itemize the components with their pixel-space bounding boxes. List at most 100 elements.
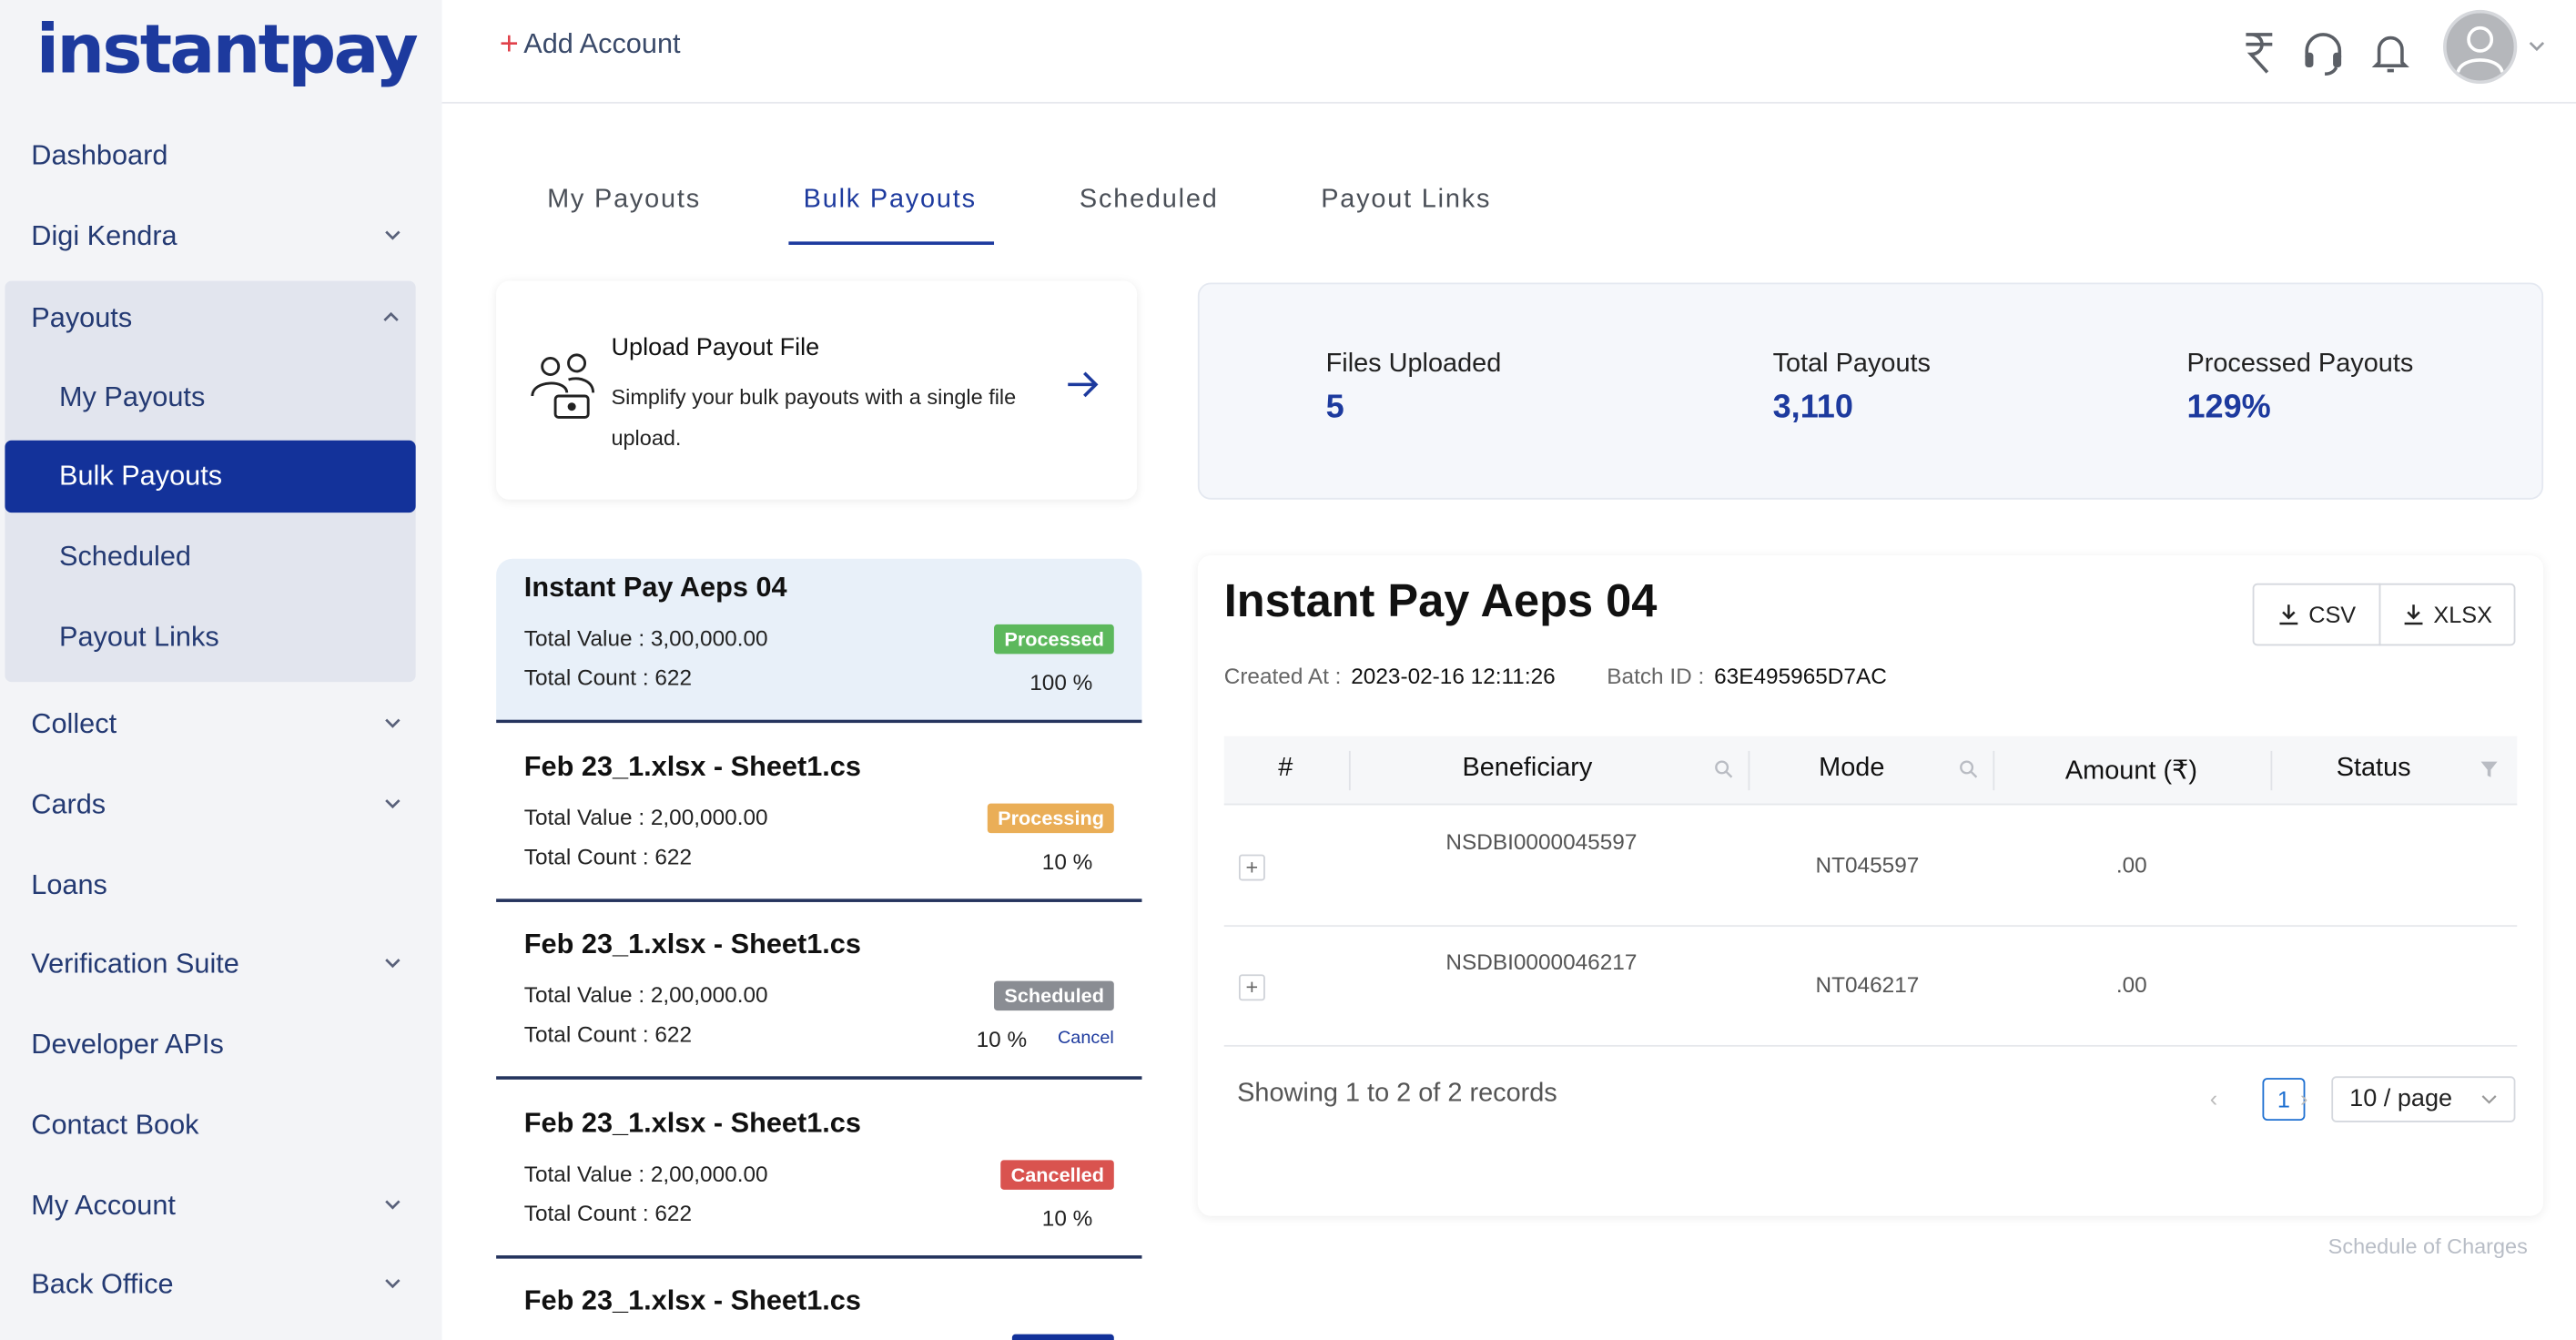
batch-name: Feb 23_1.xlsx - Sheet1.cs xyxy=(523,1107,861,1139)
sidebar-item-loans[interactable]: Loans xyxy=(0,848,442,923)
tab-bulk-payouts[interactable]: Bulk Payouts xyxy=(804,186,977,215)
batch-percent: 10 % xyxy=(1041,1205,1093,1231)
cancel-link[interactable]: Cancel xyxy=(1058,1029,1114,1049)
column-header-amount: Amount (₹) xyxy=(2064,757,2198,786)
sidebar-item-label: Back Office xyxy=(31,1268,174,1300)
prev-page-icon[interactable]: ‹ xyxy=(2210,1084,2217,1111)
cell-mode: NT046217 xyxy=(1815,972,1920,998)
payout-stats-panel: Files Uploaded 5 Total Payouts 3,110 Pro… xyxy=(1197,282,2544,500)
chevron-down-icon xyxy=(385,1200,401,1210)
sidebar-subitem-bulk-payouts[interactable]: Bulk Payouts xyxy=(5,440,416,513)
avatar[interactable] xyxy=(2443,9,2518,85)
sidebar-item-digi-kendra[interactable]: Digi Kendra xyxy=(0,198,442,274)
stat-files-uploaded: Files Uploaded 5 xyxy=(1326,350,1502,427)
bell-icon[interactable] xyxy=(2371,28,2410,77)
status-badge: Processing xyxy=(988,803,1114,834)
search-icon[interactable] xyxy=(1714,759,1734,779)
download-icon xyxy=(2404,604,2423,625)
batch-name: Instant Pay Aeps 04 xyxy=(523,572,787,604)
sidebar-item-contact-book[interactable]: Contact Book xyxy=(0,1088,442,1163)
user-icon xyxy=(2456,25,2504,74)
stat-label: Total Payouts xyxy=(1772,350,1931,379)
sidebar-subitem-payout-links[interactable]: Payout Links xyxy=(5,602,415,674)
page-number-button[interactable]: 1 xyxy=(2262,1078,2306,1122)
expand-row-icon[interactable]: + xyxy=(1238,854,1265,881)
upload-payout-file-card[interactable]: Upload Payout File Simplify your bulk pa… xyxy=(496,280,1138,500)
stat-label: Processed Payouts xyxy=(2186,350,2414,379)
batch-list-item[interactable]: Feb 23_1.xlsx - Sheet1.cs xyxy=(496,1272,1142,1340)
sidebar-item-label: Loans xyxy=(31,868,107,901)
plus-icon: + xyxy=(499,25,519,62)
csv-label: CSV xyxy=(2308,601,2357,628)
stat-label: Files Uploaded xyxy=(1325,350,1502,379)
status-badge: Scheduled xyxy=(994,980,1114,1011)
batch-detail-card: Instant Pay Aeps 04 Created At : 2023-02-… xyxy=(1197,555,2544,1216)
batch-name: Feb 23_1.xlsx - Sheet1.cs xyxy=(523,750,861,783)
next-page-icon[interactable]: › xyxy=(2300,1084,2307,1111)
stat-value: 129% xyxy=(2186,389,2271,426)
batch-name: Feb 23_1.xlsx - Sheet1.cs xyxy=(523,1284,861,1316)
upload-users-icon xyxy=(531,353,595,419)
batch-list-item[interactable]: Instant Pay Aeps 04 Total Value : 3,00,0… xyxy=(496,558,1142,724)
cell-beneficiary: NSDBI0000046217 xyxy=(1445,949,1638,975)
batch-percent: 10 % xyxy=(976,1027,1028,1052)
batch-list-item[interactable]: Feb 23_1.xlsx - Sheet1.cs Total Value : … xyxy=(496,1094,1142,1259)
schedule-of-charges-link[interactable]: Schedule of Charges xyxy=(2328,1234,2528,1259)
expand-row-icon[interactable]: + xyxy=(1238,974,1265,1001)
sidebar-subitem-label: My Payouts xyxy=(58,381,206,413)
instantpay-logo[interactable]: instantpay xyxy=(36,10,419,89)
headset-icon[interactable] xyxy=(2300,28,2347,77)
sidebar-item-dashboard[interactable]: Dashboard xyxy=(0,118,442,194)
sidebar-item-cards[interactable]: Cards xyxy=(0,767,442,843)
batch-percent: 10 % xyxy=(1041,849,1093,875)
status-badge xyxy=(1011,1334,1114,1340)
cell-mode: NT045597 xyxy=(1815,852,1920,878)
batch-id-label: Batch ID : xyxy=(1607,664,1705,689)
add-account-label: Add Account xyxy=(523,27,681,59)
sidebar-item-verification-suite[interactable]: Verification Suite xyxy=(0,927,442,1002)
sidebar-item-my-account[interactable]: My Account xyxy=(0,1168,442,1244)
search-icon[interactable] xyxy=(1959,759,1979,779)
batch-detail-title: Instant Pay Aeps 04 xyxy=(1223,574,1658,626)
sidebar-item-developer-apis[interactable]: Developer APIs xyxy=(0,1007,442,1082)
column-header-mode: Mode xyxy=(1819,754,1885,783)
batch-total-count: Total Count : 622 xyxy=(523,844,693,869)
batch-total-value: Total Value : 2,00,000.00 xyxy=(523,1162,768,1187)
chevron-down-icon[interactable] xyxy=(2527,38,2547,55)
status-badge: Processed xyxy=(994,624,1114,655)
batch-list-item[interactable]: Feb 23_1.xlsx - Sheet1.cs Total Value : … xyxy=(496,737,1142,902)
batch-percent: 100 % xyxy=(1029,670,1093,695)
sidebar-item-collect[interactable]: Collect xyxy=(0,686,442,762)
column-divider xyxy=(1993,750,1995,791)
batch-list-item[interactable]: Feb 23_1.xlsx - Sheet1.cs Total Value : … xyxy=(496,915,1142,1080)
tab-payout-links[interactable]: Payout Links xyxy=(1321,186,1491,215)
sidebar-subitem-label: Payout Links xyxy=(58,621,219,653)
sidebar-subitem-my-payouts[interactable]: My Payouts xyxy=(5,361,415,433)
page-size-select[interactable]: 10 / page xyxy=(2331,1076,2516,1122)
add-account-button[interactable]: + Add Account xyxy=(499,25,681,62)
tab-my-payouts[interactable]: My Payouts xyxy=(547,186,701,215)
column-divider xyxy=(1348,750,1351,791)
created-at-label: Created At : xyxy=(1223,664,1342,689)
batch-total-value: Total Value : 2,00,000.00 xyxy=(523,982,768,1008)
sidebar-subitem-scheduled[interactable]: Scheduled xyxy=(5,521,415,593)
sidebar-item-payouts[interactable]: Payouts xyxy=(0,281,411,357)
cell-amount: .00 xyxy=(2115,972,2147,998)
chevron-down-icon xyxy=(385,718,401,728)
sidebar-item-back-office[interactable]: Back Office xyxy=(0,1247,442,1323)
tab-scheduled[interactable]: Scheduled xyxy=(1080,186,1219,215)
filter-icon[interactable] xyxy=(2480,759,2500,779)
download-csv-button[interactable]: CSV xyxy=(2252,583,2381,646)
stat-total-payouts: Total Payouts 3,110 xyxy=(1773,350,1931,427)
download-xlsx-button[interactable]: XLSX xyxy=(2378,583,2516,646)
sidebar-item-label: Verification Suite xyxy=(31,948,239,980)
rupee-icon[interactable] xyxy=(2239,28,2278,77)
arrow-right-icon[interactable] xyxy=(1065,367,1101,403)
top-header: + Add Account xyxy=(441,0,2576,104)
table-header: # Beneficiary Mode Amount (₹) Status xyxy=(1223,736,2518,806)
payouts-submenu: Payouts My Payouts Bulk Payouts Schedule… xyxy=(5,280,416,683)
page-size-value: 10 / page xyxy=(2349,1084,2453,1112)
chevron-down-icon xyxy=(2481,1095,2497,1104)
sidebar-item-label: Developer APIs xyxy=(31,1028,224,1061)
status-badge: Cancelled xyxy=(1000,1160,1114,1190)
